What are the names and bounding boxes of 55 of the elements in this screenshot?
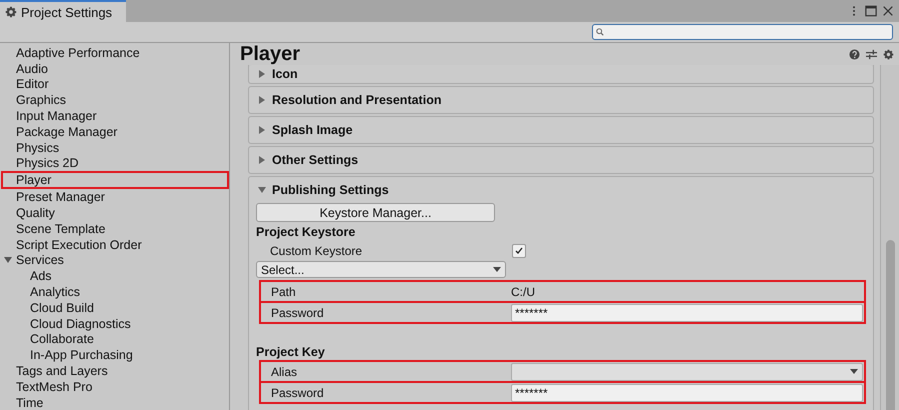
sidebar-item[interactable]: Time (16, 396, 44, 410)
expand-arrow-icon[interactable] (4, 256, 12, 264)
sidebar-item[interactable]: Physics 2D (16, 156, 79, 170)
close-icon[interactable] (882, 5, 894, 17)
field-label: Path (270, 284, 297, 298)
sidebar-item[interactable]: Adaptive Performance (16, 46, 140, 60)
scrollbar[interactable] (880, 65, 899, 410)
sidebar-item[interactable]: Player (16, 173, 52, 188)
sidebar-item[interactable]: Ads (30, 269, 52, 284)
help-icon[interactable] (849, 48, 860, 60)
sidebar-item[interactable]: Services (16, 253, 64, 268)
sidebar-item[interactable]: In-App Purchasing (30, 348, 133, 362)
sidebar-item[interactable]: TextMesh Pro (16, 380, 92, 394)
foldout-header[interactable]: Icon (249, 65, 873, 83)
foldout-header[interactable]: Resolution and Presentation (249, 87, 873, 113)
section-heading: Project Key (256, 345, 326, 361)
window-tab[interactable]: Project Settings (0, 0, 126, 22)
maximize-icon[interactable] (865, 5, 877, 17)
password-field[interactable]: ******* (511, 304, 863, 322)
section-heading: Project Keystore (256, 225, 356, 241)
search-field[interactable] (592, 24, 893, 40)
settings-icon[interactable] (883, 48, 894, 60)
sidebar-item[interactable]: Script Execution Order (16, 238, 142, 252)
password-field[interactable]: ******* (511, 384, 863, 402)
sidebar-item[interactable]: Package Manager (16, 124, 118, 139)
sidebar-item[interactable]: Collaborate (30, 332, 94, 346)
keystore-manager-button[interactable]: Keystore Manager... (256, 203, 495, 222)
foldout-header[interactable]: Splash Image (249, 117, 873, 143)
keystore-dropdown[interactable]: Select... (256, 261, 506, 278)
field-label: Alias (270, 364, 298, 378)
field-label: Password (270, 386, 325, 400)
sidebar-item[interactable]: Editor (16, 77, 49, 92)
checkmark-icon (514, 246, 524, 256)
sidebar-item[interactable]: Graphics (16, 93, 66, 108)
sidebar-item[interactable]: Quality (16, 206, 55, 220)
checkbox[interactable] (512, 244, 526, 258)
settings-icon (5, 6, 17, 18)
sidebar-item[interactable]: Scene Template (16, 222, 106, 236)
caret-icon (493, 266, 501, 272)
sliders-icon[interactable] (866, 48, 877, 60)
search-icon (596, 28, 604, 36)
sidebar-item[interactable]: Physics (16, 140, 60, 155)
foldout-header[interactable]: Other Settings (249, 147, 873, 173)
path-value: C:/U (511, 284, 536, 298)
field-label: Custom Keystore (269, 244, 364, 258)
sidebar-item[interactable]: Input Manager (16, 109, 97, 124)
sidebar-item[interactable]: Cloud Diagnostics (30, 316, 131, 331)
sidebar-item[interactable]: Preset Manager (16, 190, 105, 204)
sidebar-item[interactable]: Audio (16, 62, 48, 76)
sidebar-item[interactable]: Analytics (30, 285, 80, 300)
caret-icon (850, 368, 858, 374)
sidebar-item[interactable]: Cloud Build (30, 300, 94, 315)
page-title: Player (240, 42, 300, 66)
sidebar-item[interactable]: Tags and Layers (16, 364, 108, 378)
field-label: Password (270, 306, 325, 320)
